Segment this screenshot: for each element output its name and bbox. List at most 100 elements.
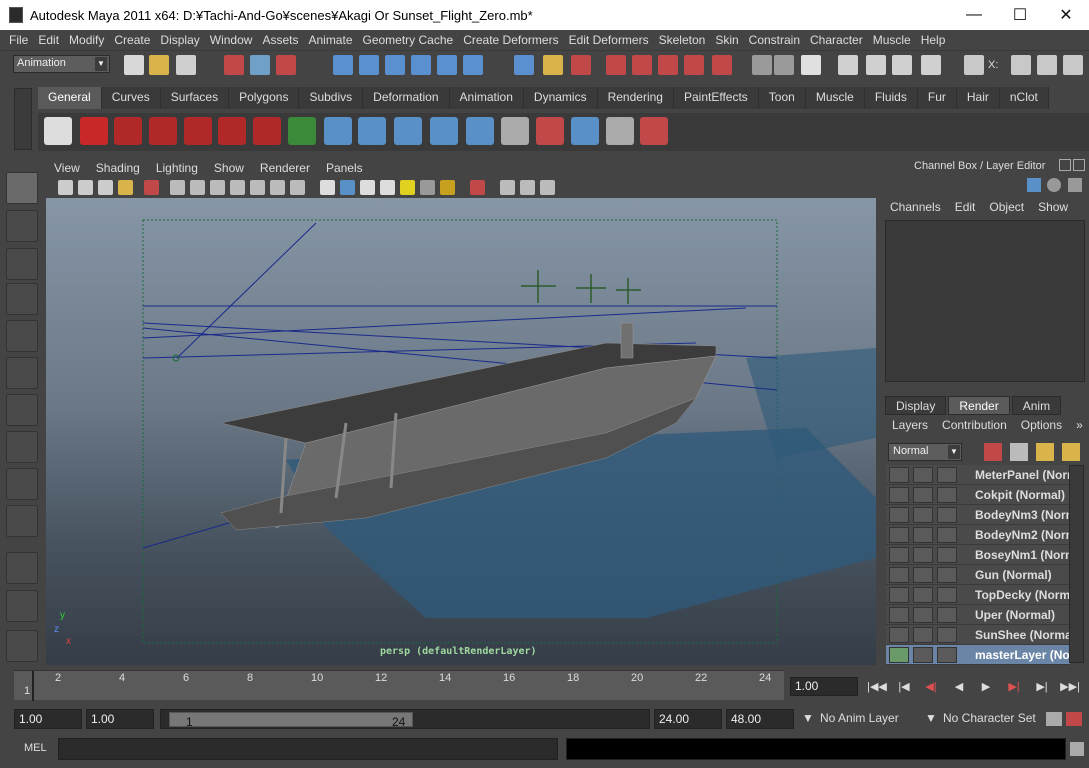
menu-assets[interactable]: Assets [257,33,303,47]
menu-create[interactable]: Create [109,33,155,47]
preferences-icon[interactable] [1066,712,1082,726]
show-manipulator-icon[interactable] [6,468,38,500]
grid-toggle-icon[interactable] [144,180,159,195]
sphere-display-icon[interactable] [1047,178,1061,192]
new-layer-selected-icon[interactable] [1010,443,1028,461]
film-reel-icon[interactable] [937,467,957,483]
menu-file[interactable]: File [4,33,33,47]
select-component-icon[interactable] [276,55,296,75]
command-input[interactable] [58,738,558,760]
green-arrow-icon[interactable] [288,117,316,145]
shelf-tab-surfaces[interactable]: Surfaces [160,87,230,109]
menu-edit[interactable]: Edit [33,33,64,47]
image-plane-icon[interactable] [118,180,133,195]
shelf-tab-nclot[interactable]: nClot [999,87,1049,109]
recycle-icon[interactable] [913,627,933,643]
render-toggle-icon[interactable] [889,527,909,543]
layer-row[interactable]: Cokpit (Normal) [886,485,1070,505]
render-settings-icon[interactable] [684,55,704,75]
lattice-icon[interactable] [394,117,422,145]
tool-options-icon[interactable] [1037,55,1057,75]
layer-scrollbar[interactable] [1069,465,1084,663]
menu-display[interactable]: Display [155,33,204,47]
layer-row[interactable]: TopDecky (Norm [886,585,1070,605]
minimize-button[interactable]: — [951,0,997,30]
xray-components-icon[interactable] [540,180,555,195]
make-live-icon[interactable] [437,55,457,75]
smooth-shade-icon[interactable] [340,180,355,195]
paint-brush-icon[interactable] [640,117,668,145]
recycle-icon[interactable] [913,467,933,483]
wireframe-icon[interactable] [320,180,335,195]
menu-skin[interactable]: Skin [710,33,743,47]
input-line-icon[interactable] [752,55,772,75]
film-reel-icon[interactable] [937,647,957,663]
render-toggle-icon[interactable] [889,627,909,643]
layer-row-master[interactable]: masterLayer (No [886,645,1070,665]
options-menu[interactable]: Options [1014,418,1069,432]
panel-menu-panels[interactable]: Panels [318,161,371,175]
render-toggle-icon[interactable] [889,487,909,503]
select-tool-icon[interactable] [6,172,38,204]
selection-mask-icon[interactable] [571,55,591,75]
film-reel-icon[interactable] [937,487,957,503]
outliner-layout-icon[interactable] [6,630,38,662]
menu-modify[interactable]: Modify [64,33,109,47]
shelf-grip[interactable] [14,88,32,150]
snap-point-icon[interactable] [385,55,405,75]
open-scene-icon[interactable] [149,55,169,75]
ik-handle-icon[interactable] [466,117,494,145]
step-back-frame-button[interactable]: |◀ [893,678,915,696]
film-reel-icon[interactable] [937,587,957,603]
camera-select-icon[interactable] [58,180,73,195]
last-tool-icon[interactable] [6,505,38,537]
channel-box-panel-icon[interactable] [1063,55,1083,75]
shelf-tab-hair[interactable]: Hair [956,87,1000,109]
text-icon[interactable] [290,180,305,195]
single-perspective-layout-icon[interactable] [6,552,38,584]
sphere-icon[interactable] [324,117,352,145]
ipr-render-icon[interactable] [658,55,678,75]
output-line-icon[interactable] [774,55,794,75]
wireframe-on-shaded-icon[interactable] [360,180,375,195]
menu-character[interactable]: Character [805,33,868,47]
script-language-label[interactable]: MEL [24,742,47,754]
render-toggle-icon[interactable] [889,587,909,603]
script-editor-icon[interactable] [1070,742,1084,756]
safe-action-icon[interactable] [250,180,265,195]
film-reel-icon[interactable] [937,547,957,563]
paint-select-tool-icon[interactable] [6,248,38,280]
attribute-editor-panel-icon[interactable] [1011,55,1031,75]
layer-row[interactable]: BodeyNm3 (Norm [886,505,1070,525]
help-line-icon[interactable] [514,55,534,75]
recycle-icon[interactable] [913,607,933,623]
shelf-tab-muscle[interactable]: Muscle [805,87,865,109]
chevron-down-icon[interactable]: ▼ [921,709,941,729]
layer-row[interactable]: BodeyNm2 (Norm [886,525,1070,545]
channels-menu[interactable]: Channels [883,200,948,216]
film-reel-icon[interactable] [937,607,957,623]
menu-window[interactable]: Window [205,33,258,47]
render-current-frame-icon[interactable] [632,55,652,75]
play-backwards-button[interactable]: ◀ [948,678,970,696]
close-button[interactable]: ✕ [1043,0,1089,30]
layer-row[interactable]: BoseyNm1 (Norm [886,545,1070,565]
key-icon[interactable] [1046,712,1062,726]
camera-aim-up-icon[interactable] [184,117,212,145]
shelf-tab-painteffects[interactable]: PaintEffects [673,87,759,109]
hypergraph-icon[interactable] [501,117,529,145]
menu-edit-deformers[interactable]: Edit Deformers [564,33,654,47]
magnet-icon[interactable] [712,55,732,75]
field-chart-icon[interactable] [230,180,245,195]
rotate-tool-icon[interactable] [6,320,38,352]
curve-tool-icon[interactable] [253,117,281,145]
tool-settings-icon[interactable] [866,55,886,75]
tab-anim[interactable]: Anim [1011,396,1062,415]
menu-constrain[interactable]: Constrain [744,33,805,47]
high-quality-icon[interactable] [440,180,455,195]
maximize-button[interactable]: ☐ [997,0,1043,30]
recycle-icon[interactable] [913,507,933,523]
recycle-icon[interactable] [913,587,933,603]
camera-icon[interactable] [114,117,142,145]
tab-render[interactable]: Render [948,396,1010,415]
